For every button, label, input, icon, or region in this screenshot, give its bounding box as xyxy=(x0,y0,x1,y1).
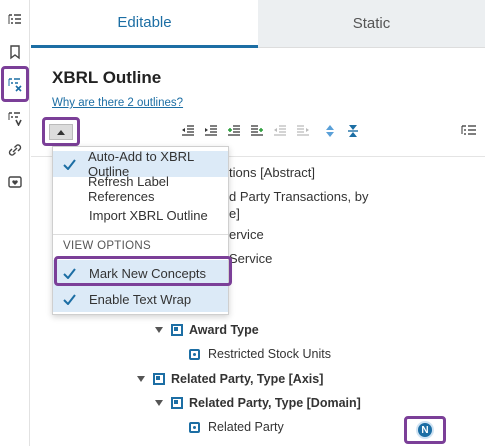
tree-node-restricted-stock-units[interactable]: Restricted Stock Units xyxy=(189,347,331,361)
left-rail xyxy=(0,0,30,446)
tab-editable[interactable]: Editable xyxy=(31,0,258,48)
new-concept-badge[interactable]: N xyxy=(416,421,434,439)
tree-node-abstract[interactable]: tions [Abstract] xyxy=(229,165,315,180)
collapse-all-icon[interactable] xyxy=(346,124,360,138)
menu-item-label: Import XBRL Outline xyxy=(89,207,208,223)
indent-disabled-icon[interactable] xyxy=(296,124,310,138)
outline-tabs: Editable Static xyxy=(31,0,485,48)
outdent-disabled-icon[interactable] xyxy=(273,124,287,138)
view-options-header: VIEW OPTIONS xyxy=(63,240,151,252)
bookmark-icon[interactable] xyxy=(3,40,27,64)
menu-item-refresh-labels[interactable]: Refresh Label References xyxy=(53,174,228,204)
domain-icon xyxy=(171,397,183,409)
tree-node-label: Related Party, Type [Axis] xyxy=(171,372,324,386)
favorites-icon[interactable] xyxy=(3,170,27,194)
tree-node-label: Related Party, Type [Domain] xyxy=(189,396,361,410)
member-icon xyxy=(189,421,200,433)
check-icon xyxy=(63,158,76,170)
expand-all-icon[interactable] xyxy=(323,124,337,138)
tree-node-label: Related Party xyxy=(208,420,284,434)
add-sibling-icon[interactable] xyxy=(250,124,264,138)
menu-item-label: Enable Text Wrap xyxy=(89,291,192,307)
member-icon xyxy=(189,348,200,360)
menu-item-enable-text-wrap[interactable]: Enable Text Wrap xyxy=(53,286,228,312)
member-group-icon xyxy=(171,324,183,336)
tree-node-award-type[interactable]: Award Type xyxy=(155,323,259,337)
tree-node-related-party-axis[interactable]: Related Party, Type [Axis] xyxy=(137,372,323,386)
tab-static[interactable]: Static xyxy=(258,0,485,48)
outline-settings-icon[interactable] xyxy=(461,124,477,138)
caret-up-icon xyxy=(49,124,73,140)
xbrl-outline-icon[interactable] xyxy=(1,66,29,102)
tree-node-service-2[interactable]: Service xyxy=(229,251,272,266)
chevron-down-icon[interactable] xyxy=(155,327,163,333)
check-icon xyxy=(63,293,77,305)
outline-options-menu: Auto-Add to XBRL Outline Refresh Label R… xyxy=(52,146,229,315)
indent-right-icon[interactable] xyxy=(204,124,218,138)
tree-node-label: Restricted Stock Units xyxy=(208,347,331,361)
menu-item-import-outline[interactable]: Import XBRL Outline xyxy=(53,202,228,228)
menu-item-label: Refresh Label References xyxy=(87,174,169,204)
link-icon[interactable] xyxy=(3,138,27,162)
options-menu-toggle[interactable] xyxy=(42,117,80,146)
new-concept-badge-highlight: N xyxy=(404,416,446,444)
tree-node-related-party-domain[interactable]: Related Party, Type [Domain] xyxy=(155,396,361,410)
validation-outline-icon[interactable] xyxy=(3,106,27,130)
indent-left-icon[interactable] xyxy=(181,124,195,138)
axis-icon xyxy=(153,373,165,385)
tree-node-service-1[interactable]: ervice xyxy=(229,227,264,242)
menu-divider xyxy=(53,234,228,235)
mark-new-concepts-highlight xyxy=(54,256,232,286)
chevron-down-icon[interactable] xyxy=(137,376,145,382)
outline-list-icon[interactable] xyxy=(3,8,27,32)
tree-node-related-party[interactable]: Related Party xyxy=(189,420,284,434)
outline-title: XBRL Outline xyxy=(52,68,162,87)
add-child-icon[interactable] xyxy=(227,124,241,138)
tree-node-related-party-transactions-cont[interactable]: e] xyxy=(229,206,240,221)
why-two-outlines-link[interactable]: Why are there 2 outlines? xyxy=(52,97,183,109)
tree-node-related-party-transactions[interactable]: d Party Transactions, by xyxy=(229,189,368,204)
chevron-down-icon[interactable] xyxy=(155,400,163,406)
tree-node-label: Award Type xyxy=(189,323,259,337)
